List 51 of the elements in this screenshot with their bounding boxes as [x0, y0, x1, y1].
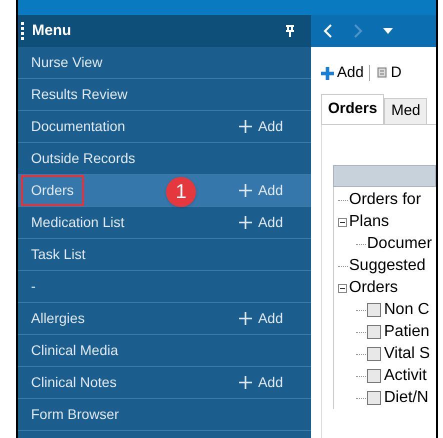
document-button[interactable]: D	[374, 62, 402, 84]
tree-item[interactable]: Suggested	[349, 254, 426, 278]
plus-icon	[239, 376, 252, 389]
plus-icon	[239, 184, 252, 197]
tab[interactable]: Med	[384, 98, 428, 124]
menu-item[interactable]: Medication List Add	[18, 207, 311, 239]
add-button[interactable]: Add	[321, 62, 364, 84]
tree-item[interactable]: Documer	[367, 232, 432, 256]
tree-item[interactable]: Non C	[384, 298, 430, 322]
highlight-box: Orders	[21, 175, 84, 206]
add-button[interactable]: Add	[239, 180, 283, 201]
menu-item[interactable]: Task List	[18, 239, 311, 271]
scroll-icon	[374, 66, 389, 80]
menu-item[interactable]: Clinical Media	[18, 335, 311, 367]
menu-item[interactable]: Orders 1 Add	[18, 175, 311, 207]
plus-icon	[321, 66, 334, 80]
add-button[interactable]: Add	[239, 308, 283, 329]
checkbox[interactable]	[367, 325, 381, 339]
tree-item[interactable]: Activit	[384, 364, 427, 388]
add-button[interactable]: Add	[239, 212, 283, 233]
tree-item[interactable]: Patien	[384, 320, 430, 344]
menu-item[interactable]: Results Review	[18, 79, 311, 111]
checkbox[interactable]	[367, 347, 381, 361]
tree-item[interactable]: Diet/N	[384, 386, 428, 410]
grip-icon[interactable]	[21, 22, 24, 40]
collapse-icon[interactable]	[338, 284, 347, 292]
menu-item[interactable]: Allergies Add	[18, 303, 311, 335]
pin-icon[interactable]	[285, 25, 295, 37]
checkbox[interactable]	[367, 303, 381, 317]
tree-item[interactable]: Vital S	[384, 342, 430, 366]
step-badge: 1	[166, 177, 196, 207]
collapse-icon[interactable]	[338, 218, 347, 226]
checkbox[interactable]	[367, 369, 381, 383]
menu-item[interactable]: Clinical Notes Add	[18, 367, 311, 399]
plus-icon	[239, 312, 252, 325]
menu-item[interactable]: -	[18, 271, 311, 303]
tree-item[interactable]: Orders	[349, 276, 398, 300]
menu-item[interactable]: Nurse View	[18, 47, 311, 79]
checkbox[interactable]	[367, 391, 381, 405]
add-button[interactable]: Add	[239, 116, 283, 137]
menu-item[interactable]: Form Browser	[18, 399, 311, 431]
tree-item[interactable]: Orders for	[349, 188, 422, 212]
plus-icon	[239, 216, 252, 229]
plus-icon	[239, 120, 252, 133]
menu-title: Menu	[32, 20, 72, 41]
dropdown-icon[interactable]	[383, 28, 393, 34]
tree-item[interactable]: Plans	[349, 210, 390, 234]
menu-item[interactable]: Documentation Add	[18, 111, 311, 143]
back-icon[interactable]	[323, 24, 333, 38]
add-button[interactable]: Add	[239, 372, 283, 393]
tab[interactable]: Orders	[321, 94, 384, 124]
